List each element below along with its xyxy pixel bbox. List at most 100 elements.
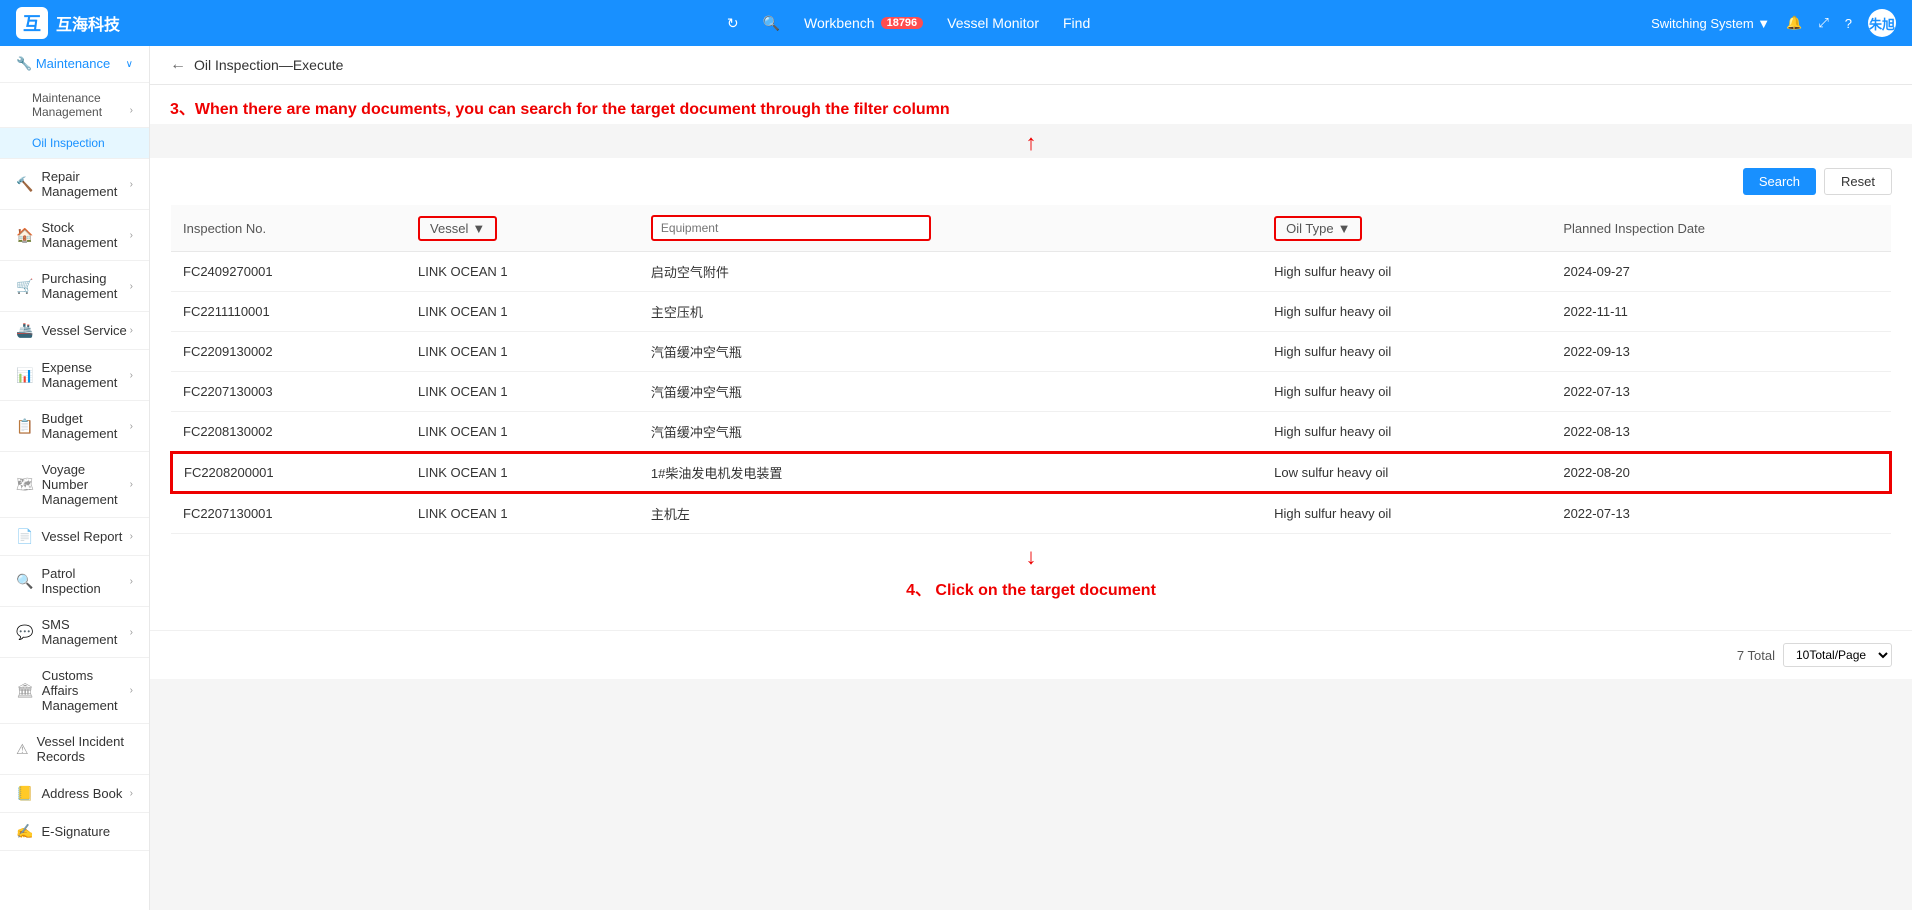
purchasing-icon: 🛒 — [16, 278, 33, 295]
nav-workbench[interactable]: Workbench 18796 — [804, 15, 923, 31]
sidebar-item-vessel-service[interactable]: 🚢 Vessel Service › — [0, 312, 149, 350]
sidebar-item-patrol-inspection[interactable]: 🔍 Patrol Inspection › — [0, 556, 149, 607]
maintenance-chevron: ∨ — [126, 59, 133, 70]
reset-button[interactable]: Reset — [1824, 168, 1892, 195]
expand-icon[interactable]: ⤢ — [1818, 15, 1828, 31]
sidebar: 🔧 Maintenance ∨ Maintenance Management ›… — [0, 46, 150, 910]
page-header: ← Oil Inspection—Execute — [150, 46, 1912, 85]
sidebar-item-expense-management[interactable]: 📊 Expense Management › — [0, 350, 149, 401]
voyage-chevron: › — [130, 479, 133, 490]
oil-type-filter-dropdown[interactable]: Oil Type ▼ — [1274, 216, 1362, 241]
cell-vessel: LINK OCEAN 1 — [406, 412, 639, 453]
cell-vessel: LINK OCEAN 1 — [406, 372, 639, 412]
table-row[interactable]: FC2211110001LINK OCEAN 1主空压机High sulfur … — [171, 292, 1891, 332]
col-inspection-no: Inspection No. — [171, 205, 406, 252]
nav-search-icon[interactable]: 🔍 — [763, 15, 780, 32]
address-icon: 📒 — [16, 785, 33, 802]
logo-text: 互海科技 — [56, 11, 120, 35]
logo-icon: 互 — [16, 7, 48, 39]
sidebar-item-oil-inspection[interactable]: Oil Inspection — [0, 128, 149, 159]
app-logo[interactable]: 互 互海科技 — [16, 7, 166, 39]
nav-refresh[interactable]: ↻ — [727, 15, 739, 32]
vessel-report-icon: 📄 — [16, 528, 33, 545]
cell-planned-date: 2024-09-27 — [1551, 252, 1891, 292]
table-row[interactable]: FC2208130002LINK OCEAN 1汽笛缓冲空气瓶High sulf… — [171, 412, 1891, 453]
sidebar-item-purchasing-management[interactable]: 🛒 Purchasing Management › — [0, 261, 149, 312]
customs-icon: 🏛 — [16, 682, 34, 699]
cell-inspection-no: FC2207130003 — [171, 372, 406, 412]
col-oil-type: Oil Type ▼ — [1262, 205, 1551, 252]
switching-system-btn[interactable]: Switching System ▼ — [1651, 16, 1770, 31]
vessel-filter-dropdown[interactable]: Vessel ▼ — [418, 216, 497, 241]
sidebar-item-voyage-number-management[interactable]: 🗺 Voyage Number Management › — [0, 452, 149, 518]
page-title: Oil Inspection—Execute — [194, 57, 343, 73]
incident-icon: ⚠ — [16, 741, 29, 758]
cell-oil-type: High sulfur heavy oil — [1262, 292, 1551, 332]
cell-equipment: 主机左 — [639, 493, 1262, 534]
vessel-report-chevron: › — [130, 531, 133, 542]
nav-find[interactable]: Find — [1063, 15, 1090, 31]
table-row[interactable]: FC2409270001LINK OCEAN 1启动空气附件High sulfu… — [171, 252, 1891, 292]
sms-icon: 💬 — [16, 624, 33, 641]
cell-oil-type: High sulfur heavy oil — [1262, 372, 1551, 412]
main-content: ← Oil Inspection—Execute 3、When there ar… — [150, 46, 1912, 910]
sidebar-item-address-book[interactable]: 📒 Address Book › — [0, 775, 149, 813]
cell-oil-type: Low sulfur heavy oil — [1262, 452, 1551, 493]
search-button[interactable]: Search — [1743, 168, 1816, 195]
expense-chevron: › — [130, 370, 133, 381]
repair-chevron: › — [130, 179, 133, 190]
table-row[interactable]: FC2209130002LINK OCEAN 1汽笛缓冲空气瓶High sulf… — [171, 332, 1891, 372]
sidebar-item-maintenance[interactable]: 🔧 Maintenance ∨ — [0, 46, 149, 83]
cell-inspection-no: FC2207130001 — [171, 493, 406, 534]
annotation-bottom-container: ↓ 4、 Click on the target document — [170, 534, 1892, 610]
vessel-service-icon: 🚢 — [16, 322, 33, 339]
address-chevron: › — [130, 788, 133, 799]
page-size-select[interactable]: 10Total/Page — [1783, 643, 1892, 667]
table-body: FC2409270001LINK OCEAN 1启动空气附件High sulfu… — [171, 252, 1891, 534]
cell-inspection-no: FC2409270001 — [171, 252, 406, 292]
cell-equipment: 启动空气附件 — [639, 252, 1262, 292]
cell-inspection-no: FC2208130002 — [171, 412, 406, 453]
sidebar-item-repair-management[interactable]: 🔨 Repair Management › — [0, 159, 149, 210]
maintenance-icon: 🔧 — [16, 56, 32, 71]
sms-chevron: › — [130, 627, 133, 638]
stock-icon: 🏠 — [16, 227, 33, 244]
table-row[interactable]: FC2207130001LINK OCEAN 1主机左High sulfur h… — [171, 493, 1891, 534]
repair-icon: 🔨 — [16, 176, 33, 193]
vessel-service-chevron: › — [130, 325, 133, 336]
voyage-icon: 🗺 — [16, 476, 34, 493]
top-nav: 互 互海科技 ↻ 🔍 Workbench 18796 Vessel Monito… — [0, 0, 1912, 46]
user-avatar[interactable]: 朱旭 — [1868, 9, 1896, 37]
esig-icon: ✍ — [16, 823, 33, 840]
nav-right: Switching System ▼ 🔔 ⤢ ? 朱旭 — [1651, 9, 1896, 37]
cell-equipment: 主空压机 — [639, 292, 1262, 332]
arrow-down: ↓ — [1026, 544, 1037, 570]
sidebar-item-stock-management[interactable]: 🏠 Stock Management › — [0, 210, 149, 261]
table-row[interactable]: FC2208200001LINK OCEAN 11#柴油发电机发电装置Low s… — [171, 452, 1891, 493]
sidebar-item-maintenance-management[interactable]: Maintenance Management › — [0, 83, 149, 128]
col-planned-date: Planned Inspection Date — [1551, 205, 1891, 252]
cell-planned-date: 2022-08-20 — [1551, 452, 1891, 493]
purchasing-chevron: › — [130, 281, 133, 292]
data-table: Inspection No. Vessel ▼ — [170, 205, 1892, 534]
cell-vessel: LINK OCEAN 1 — [406, 292, 639, 332]
budget-chevron: › — [130, 421, 133, 432]
sidebar-item-budget-management[interactable]: 📋 Budget Management › — [0, 401, 149, 452]
cell-inspection-no: FC2211110001 — [171, 292, 406, 332]
bell-icon[interactable]: 🔔 — [1786, 15, 1802, 31]
sidebar-item-e-signature[interactable]: ✍ E-Signature — [0, 813, 149, 851]
sidebar-item-vessel-incident[interactable]: ⚠ Vessel Incident Records — [0, 724, 149, 775]
cell-equipment: 汽笛缓冲空气瓶 — [639, 412, 1262, 453]
cell-planned-date: 2022-09-13 — [1551, 332, 1891, 372]
back-button[interactable]: ← — [170, 56, 186, 74]
help-icon[interactable]: ? — [1845, 16, 1852, 31]
table-area: Search Reset Inspection No. Vessel ▼ — [150, 158, 1912, 630]
sidebar-item-vessel-report[interactable]: 📄 Vessel Report › — [0, 518, 149, 556]
sidebar-item-customs-affairs[interactable]: 🏛 Customs Affairs Management › — [0, 658, 149, 724]
cell-equipment: 1#柴油发电机发电装置 — [639, 452, 1262, 493]
cell-planned-date: 2022-07-13 — [1551, 493, 1891, 534]
nav-vessel-monitor[interactable]: Vessel Monitor — [947, 15, 1039, 31]
equipment-filter-input[interactable] — [651, 215, 931, 241]
table-row[interactable]: FC2207130003LINK OCEAN 1汽笛缓冲空气瓶High sulf… — [171, 372, 1891, 412]
sidebar-item-sms-management[interactable]: 💬 SMS Management › — [0, 607, 149, 658]
